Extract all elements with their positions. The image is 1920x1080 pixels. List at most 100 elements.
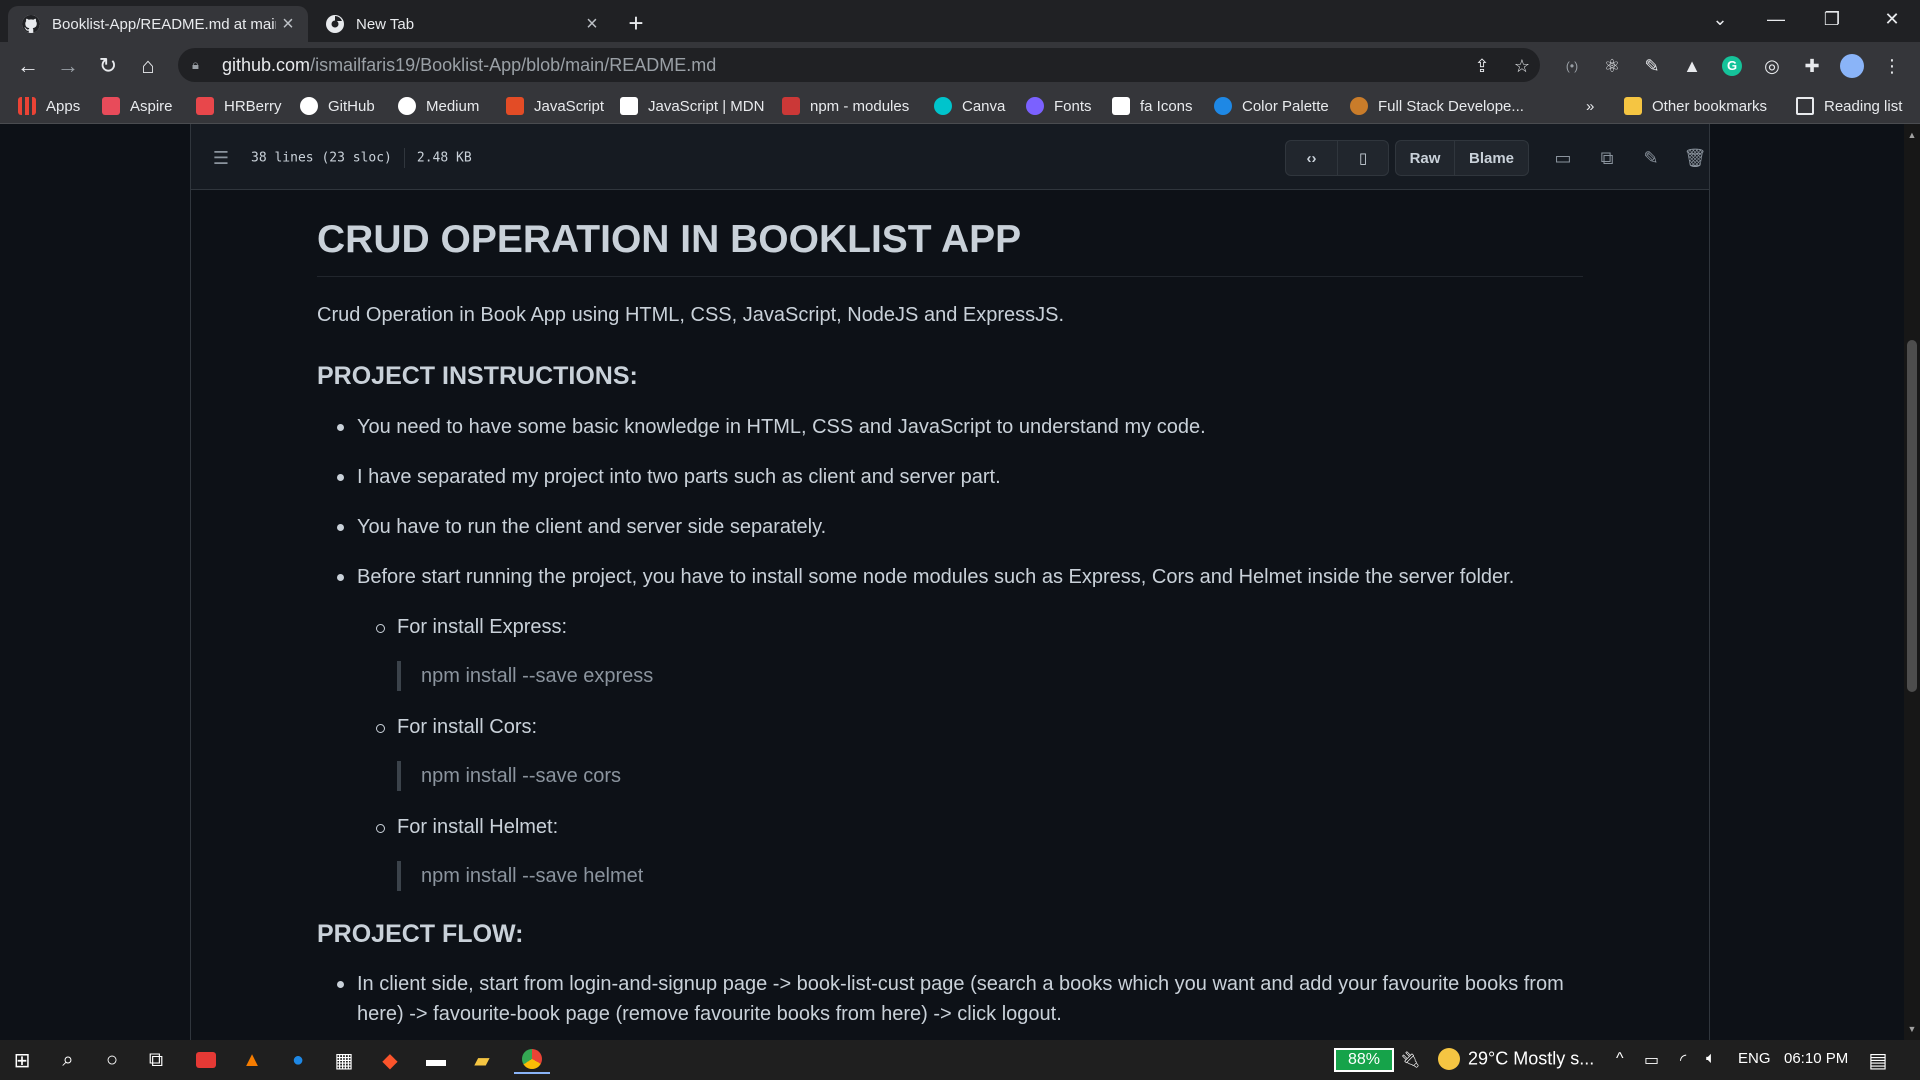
other-bookmarks[interactable]: Other bookmarks <box>1624 94 1767 118</box>
bookmark-fonts[interactable]: Fonts <box>1026 94 1092 118</box>
cortana-icon[interactable]: ○ <box>98 1046 126 1074</box>
browser-toolbar: ← → ↻ ⌂ 🔒︎ github.com/ismailfaris19/Book… <box>0 42 1920 88</box>
file-header: ☰ 38 lines (23 sloc) 2.48 KB ‹› ▯ Raw Bla… <box>191 124 1709 190</box>
home-icon[interactable]: ⌂ <box>132 50 164 82</box>
desktop-icon[interactable]: ▭ <box>1551 146 1575 170</box>
menu-icon[interactable]: ⋮ <box>1880 54 1904 78</box>
bookmark-hrberry[interactable]: HRBerry <box>196 94 282 118</box>
code-view-button[interactable]: ‹› <box>1286 141 1337 175</box>
color-palette-icon <box>1214 97 1232 115</box>
bookmark-star-icon[interactable]: ☆ <box>1510 54 1534 78</box>
chrome-taskbar-icon[interactable] <box>514 1046 550 1074</box>
back-icon[interactable]: ← <box>12 50 44 82</box>
battery-indicator[interactable]: 88% <box>1334 1048 1394 1072</box>
trash-icon[interactable]: 🗑︎ <box>1683 146 1707 170</box>
flow-list-item: In client side, start from login-and-sig… <box>337 969 1564 1029</box>
extension-icon[interactable]: (•) <box>1560 54 1584 78</box>
privacy-extension-icon[interactable]: ◎ <box>1760 54 1784 78</box>
tab-search-icon[interactable]: ⌄ <box>1692 0 1748 38</box>
drive-extension-icon[interactable]: ▲ <box>1680 54 1704 78</box>
canva-icon <box>934 97 952 115</box>
raw-button[interactable]: Raw <box>1396 141 1454 175</box>
flag-icon <box>1112 97 1130 115</box>
vlc-icon[interactable]: ▲ <box>238 1046 266 1074</box>
new-tab-button[interactable]: + <box>622 8 650 38</box>
bookmark-canva[interactable]: Canva <box>934 94 1005 118</box>
clock[interactable]: 06:10 PM <box>1784 1050 1848 1067</box>
reload-icon[interactable]: ↻ <box>92 50 124 82</box>
bookmark-apps[interactable]: Apps <box>18 94 80 118</box>
forward-icon[interactable]: → <box>52 50 84 82</box>
terminal-icon[interactable]: ▬ <box>422 1046 450 1074</box>
outline-list-icon[interactable]: ☰ <box>209 146 233 170</box>
react-devtools-icon[interactable]: ⚛ <box>1600 54 1624 78</box>
chevron-up-icon[interactable]: ^ <box>1616 1050 1624 1068</box>
share-icon[interactable]: ⇪ <box>1470 54 1494 78</box>
bookmark-label: Canva <box>962 97 1006 115</box>
raw-blame-group: Raw Blame <box>1395 140 1529 176</box>
reading-list[interactable]: Reading list <box>1796 94 1902 118</box>
npm-icon <box>782 97 800 115</box>
search-icon[interactable]: ⌕ <box>54 1046 82 1074</box>
bookmark-color-palette[interactable]: Color Palette <box>1214 94 1329 118</box>
file-explorer-icon[interactable]: ▰ <box>468 1046 496 1074</box>
tab-title: New Tab <box>356 15 415 33</box>
scroll-up-icon[interactable]: ▲ <box>1907 130 1917 140</box>
puzzle-extensions-icon[interactable]: ✚ <box>1800 54 1824 78</box>
scrollbar-thumb[interactable] <box>1907 340 1917 692</box>
minimize-button[interactable]: — <box>1748 0 1804 38</box>
tab-readme[interactable]: Booklist-App/README.md at main × <box>8 6 308 42</box>
blame-button[interactable]: Blame <box>1454 141 1528 175</box>
list-item: You need to have some basic knowledge in… <box>337 412 1206 442</box>
bookmark-npm[interactable]: npm - modules <box>782 94 909 118</box>
bookmark-label: Color Palette <box>1242 97 1329 115</box>
brave-icon[interactable]: ◆ <box>376 1046 404 1074</box>
bookmark-fa-icons[interactable]: fa Icons <box>1112 94 1193 118</box>
store-icon[interactable]: ▦ <box>330 1046 358 1074</box>
bookmark-medium[interactable]: Medium <box>398 94 479 118</box>
close-window-button[interactable]: ✕ <box>1864 0 1920 38</box>
flow-line-2: here) -> favourite-book page (remove fav… <box>357 1003 1062 1025</box>
bookmark-full-stack[interactable]: Full Stack Develope... <box>1350 94 1524 118</box>
readme-title: CRUD OPERATION IN BOOKLIST APP <box>317 218 1583 277</box>
edit-pencil-icon[interactable]: ✎ <box>1639 146 1663 170</box>
maps-app-icon[interactable]: ● <box>284 1046 312 1074</box>
view-toggle-group: ‹› ▯ <box>1285 140 1389 176</box>
preview-button[interactable]: ▯ <box>1337 141 1388 175</box>
file-meta: 38 lines (23 sloc) 2.48 KB <box>251 148 472 168</box>
task-view-icon[interactable]: ⧉ <box>142 1046 170 1074</box>
restore-button[interactable]: ❐ <box>1804 0 1860 38</box>
windows-start-icon[interactable]: ⊞ <box>8 1046 36 1074</box>
address-bar[interactable]: 🔒︎ github.com/ismailfaris19/Booklist-App… <box>178 48 1540 82</box>
bookmark-mdn[interactable]: JavaScript | MDN <box>620 94 764 118</box>
bookmark-github[interactable]: GitHub <box>300 94 375 118</box>
bookmarks-bar: Apps Aspire HRBerry GitHub Medium JavaSc… <box>0 88 1920 124</box>
close-tab-icon[interactable]: × <box>580 12 604 36</box>
file-lines: 38 lines (23 sloc) <box>251 150 392 166</box>
bookmark-label: GitHub <box>328 97 375 115</box>
youtube-app-icon[interactable] <box>192 1046 220 1074</box>
page-scrollbar[interactable]: ▲ ▼ <box>1904 124 1920 1040</box>
wifi-icon[interactable]: ◜ <box>1680 1050 1686 1070</box>
bookmark-label: fa Icons <box>1140 97 1193 115</box>
profile-avatar[interactable] <box>1840 54 1864 78</box>
bookmark-javascript[interactable]: JavaScript <box>506 94 604 118</box>
grammarly-icon[interactable]: G <box>1720 54 1744 78</box>
bookmark-label: Other bookmarks <box>1652 97 1768 115</box>
notification-icon[interactable]: ▤ <box>1864 1046 1892 1074</box>
bookmark-label: Medium <box>426 97 480 115</box>
tab-new-tab[interactable]: New Tab × <box>312 6 612 42</box>
weather-widget[interactable]: 29°C Mostly s... <box>1438 1048 1594 1070</box>
pen-extension-icon[interactable]: ✎ <box>1640 54 1664 78</box>
bookmark-aspire[interactable]: Aspire <box>102 94 173 118</box>
close-tab-icon[interactable]: × <box>276 12 300 36</box>
volume-icon[interactable]: 🔈︎ <box>1706 1050 1716 1068</box>
battery-icon[interactable]: ▭ <box>1644 1050 1659 1070</box>
hrberry-icon <box>196 97 214 115</box>
bookmark-label: HRBerry <box>224 97 282 115</box>
readme-intro: Crud Operation in Book App using HTML, C… <box>317 304 1065 326</box>
language-indicator[interactable]: ENG <box>1738 1050 1771 1067</box>
copy-icon[interactable]: ⧉ <box>1595 146 1619 170</box>
more-bookmarks-button[interactable]: » <box>1586 94 1594 118</box>
scroll-down-icon[interactable]: ▼ <box>1907 1024 1917 1034</box>
